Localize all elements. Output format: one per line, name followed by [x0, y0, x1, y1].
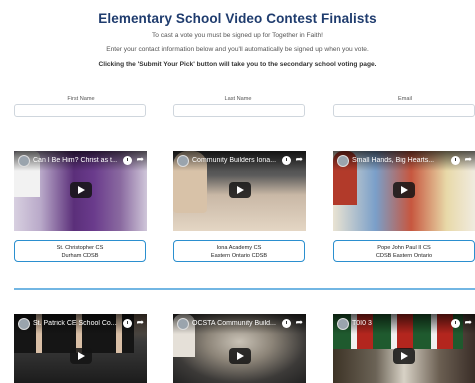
school-board: Durham CDSB — [61, 253, 99, 259]
channel-avatar-icon — [177, 318, 189, 330]
submit-pick-button-2[interactable]: Iona Academy CS Eastern Ontario CDSB — [173, 240, 305, 262]
video-player-2[interactable]: Community Builders Iona... ➦ — [173, 151, 306, 231]
channel-avatar-icon — [18, 318, 30, 330]
signup-notice: To cast a vote you must be signed up for… — [151, 32, 324, 39]
video-title[interactable]: St. Patrick CE School Co... — [33, 320, 117, 327]
play-icon[interactable] — [393, 348, 415, 364]
play-icon[interactable] — [70, 348, 92, 364]
school-board: Eastern Ontario CDSB — [210, 253, 268, 259]
video-title[interactable]: T0I0 3 — [352, 320, 445, 327]
video-player-4[interactable]: St. Patrick CE School Co... ➦ — [14, 314, 147, 383]
first-name-input[interactable] — [14, 104, 146, 117]
page-title: Elementary School Video Contest Finalist… — [98, 11, 377, 26]
watch-later-icon[interactable] — [282, 156, 291, 165]
email-label: Email — [398, 96, 412, 102]
video-title[interactable]: Small Hands, Big Hearts... — [352, 157, 445, 164]
share-icon[interactable]: ➦ — [464, 154, 472, 165]
watch-later-icon[interactable] — [123, 156, 132, 165]
school-name: Pope John Paul II CS — [377, 245, 431, 251]
contact-instructions: Enter your contact information below and… — [106, 46, 369, 53]
share-icon[interactable]: ➦ — [295, 154, 303, 165]
section-divider — [14, 288, 475, 290]
video-title[interactable]: Community Builders Iona... — [192, 157, 276, 164]
video-title[interactable]: OCSTA Community Build... — [192, 320, 276, 327]
submit-instructions: Clicking the 'Submit Your Pick' button w… — [98, 61, 377, 68]
video-player-3[interactable]: Small Hands, Big Hearts... ➦ — [333, 151, 475, 231]
video-player-6[interactable]: T0I0 3 ➦ — [333, 314, 475, 383]
last-name-input[interactable] — [173, 104, 305, 117]
play-icon[interactable] — [229, 182, 251, 198]
school-name: St. Christopher CS — [56, 245, 104, 251]
last-name-label: Last Name — [224, 96, 252, 102]
submit-pick-button-3[interactable]: Pope John Paul II CS CDSB Eastern Ontari… — [333, 240, 475, 262]
share-icon[interactable]: ➦ — [464, 317, 472, 328]
play-icon[interactable] — [70, 182, 92, 198]
channel-avatar-icon — [177, 155, 189, 167]
school-board: CDSB Eastern Ontario — [375, 253, 433, 259]
video-player-1[interactable]: Can I Be Him? Christ as t... ➦ — [14, 151, 147, 231]
video-player-5[interactable]: OCSTA Community Build... ➦ — [173, 314, 306, 383]
video-title[interactable]: Can I Be Him? Christ as t... — [33, 157, 117, 164]
email-input[interactable] — [333, 104, 475, 117]
watch-later-icon[interactable] — [282, 319, 291, 328]
channel-avatar-icon — [337, 155, 349, 167]
first-name-label: First Name — [67, 96, 95, 102]
channel-avatar-icon — [337, 318, 349, 330]
school-name: Iona Academy CS — [216, 245, 262, 251]
share-icon[interactable]: ➦ — [136, 154, 144, 165]
share-icon[interactable]: ➦ — [295, 317, 303, 328]
watch-later-icon[interactable] — [451, 156, 460, 165]
share-icon[interactable]: ➦ — [136, 317, 144, 328]
channel-avatar-icon — [18, 155, 30, 167]
watch-later-icon[interactable] — [451, 319, 460, 328]
submit-pick-button-1[interactable]: St. Christopher CS Durham CDSB — [14, 240, 146, 262]
watch-later-icon[interactable] — [123, 319, 132, 328]
play-icon[interactable] — [393, 182, 415, 198]
play-icon[interactable] — [229, 348, 251, 364]
